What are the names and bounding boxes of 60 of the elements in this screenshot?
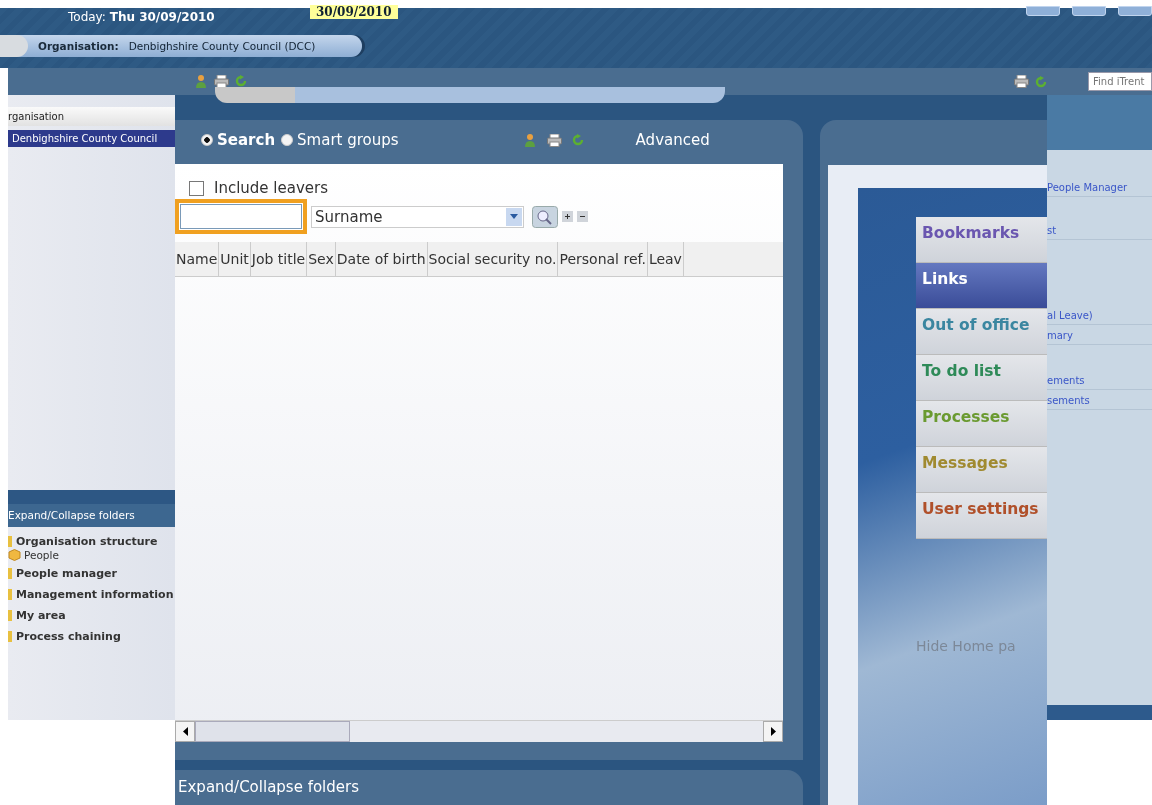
- breadcrumb-label: Organisation:: [38, 40, 119, 52]
- include-leavers-checkbox[interactable]: Include leavers: [175, 164, 783, 197]
- expand-collapse-link[interactable]: Expand/Collapse folders: [8, 504, 175, 527]
- folder-icon: [8, 631, 12, 642]
- refresh-icon[interactable]: [235, 75, 247, 87]
- printer-icon[interactable]: [546, 133, 562, 147]
- search-field[interactable]: [175, 199, 307, 234]
- add-icon[interactable]: [562, 211, 573, 222]
- column-header[interactable]: Personal ref.: [558, 242, 648, 276]
- today-date: Thu 30/09/2010: [109, 10, 215, 24]
- window-button[interactable]: [1118, 6, 1152, 16]
- folder-icon: [8, 610, 12, 621]
- scroll-left-icon[interactable]: [182, 727, 188, 736]
- refresh-icon[interactable]: [571, 134, 584, 146]
- tree-item[interactable]: People manager: [16, 567, 117, 580]
- person-icon[interactable]: [194, 74, 208, 88]
- column-header[interactable]: Sex: [307, 242, 336, 276]
- tree-item[interactable]: People: [24, 549, 59, 561]
- menu-item[interactable]: Links: [916, 263, 1047, 309]
- column-header[interactable]: Leav: [647, 242, 684, 276]
- tree-item[interactable]: Organisation structure: [16, 535, 158, 548]
- date-badge: 30/09/2010: [310, 5, 398, 19]
- refresh-icon[interactable]: [1035, 75, 1047, 88]
- tree-item[interactable]: My area: [16, 609, 66, 622]
- menu-item[interactable]: User settings: [916, 493, 1047, 539]
- dropdown-arrow-icon[interactable]: [510, 213, 518, 220]
- printer-icon[interactable]: [1014, 75, 1029, 88]
- person-icon[interactable]: [522, 133, 537, 147]
- folder-icon: [8, 568, 12, 579]
- column-header[interactable]: Name: [175, 242, 220, 276]
- panel-title: rganisation: [8, 107, 175, 126]
- horizontal-scrollbar[interactable]: [175, 720, 783, 742]
- tree-item[interactable]: Denbighshire County Council: [8, 130, 175, 147]
- window-button[interactable]: [1026, 6, 1060, 16]
- find-field[interactable]: Find iTrent: [1088, 72, 1152, 91]
- column-header[interactable]: Date of birth: [335, 242, 428, 276]
- home-crumb[interactable]: [0, 35, 28, 57]
- tree-item[interactable]: Management information: [16, 588, 174, 601]
- folder-icon: [8, 536, 12, 547]
- scroll-right-icon[interactable]: [770, 727, 776, 736]
- breadcrumb-value[interactable]: Denbighshire County Council (DCC): [128, 40, 316, 52]
- folder-icon: [8, 589, 12, 600]
- printer-icon[interactable]: [214, 74, 229, 88]
- advanced-link[interactable]: Advanced: [635, 131, 710, 149]
- tree-item[interactable]: Process chaining: [16, 630, 121, 643]
- radio-button[interactable]: Search: [201, 131, 276, 149]
- column-header[interactable]: Job title: [250, 242, 308, 276]
- today-label: Today:: [68, 10, 106, 24]
- menu-item[interactable]: Out of office: [916, 309, 1047, 355]
- column-header[interactable]: Unit: [219, 242, 251, 276]
- field-dropdown[interactable]: Surname: [311, 205, 524, 228]
- radio-button[interactable]: Smart groups: [281, 131, 399, 149]
- expand-collapse-link[interactable]: Expand/Collapse folders: [178, 778, 360, 796]
- window-button[interactable]: [1072, 6, 1106, 16]
- search-icon[interactable]: [532, 205, 558, 228]
- remove-icon[interactable]: [577, 211, 588, 222]
- menu-item[interactable]: To do list: [916, 355, 1047, 401]
- column-header[interactable]: Social security no.: [427, 242, 559, 276]
- box-icon: [8, 549, 21, 561]
- menu-item[interactable]: Bookmarks: [916, 217, 1047, 263]
